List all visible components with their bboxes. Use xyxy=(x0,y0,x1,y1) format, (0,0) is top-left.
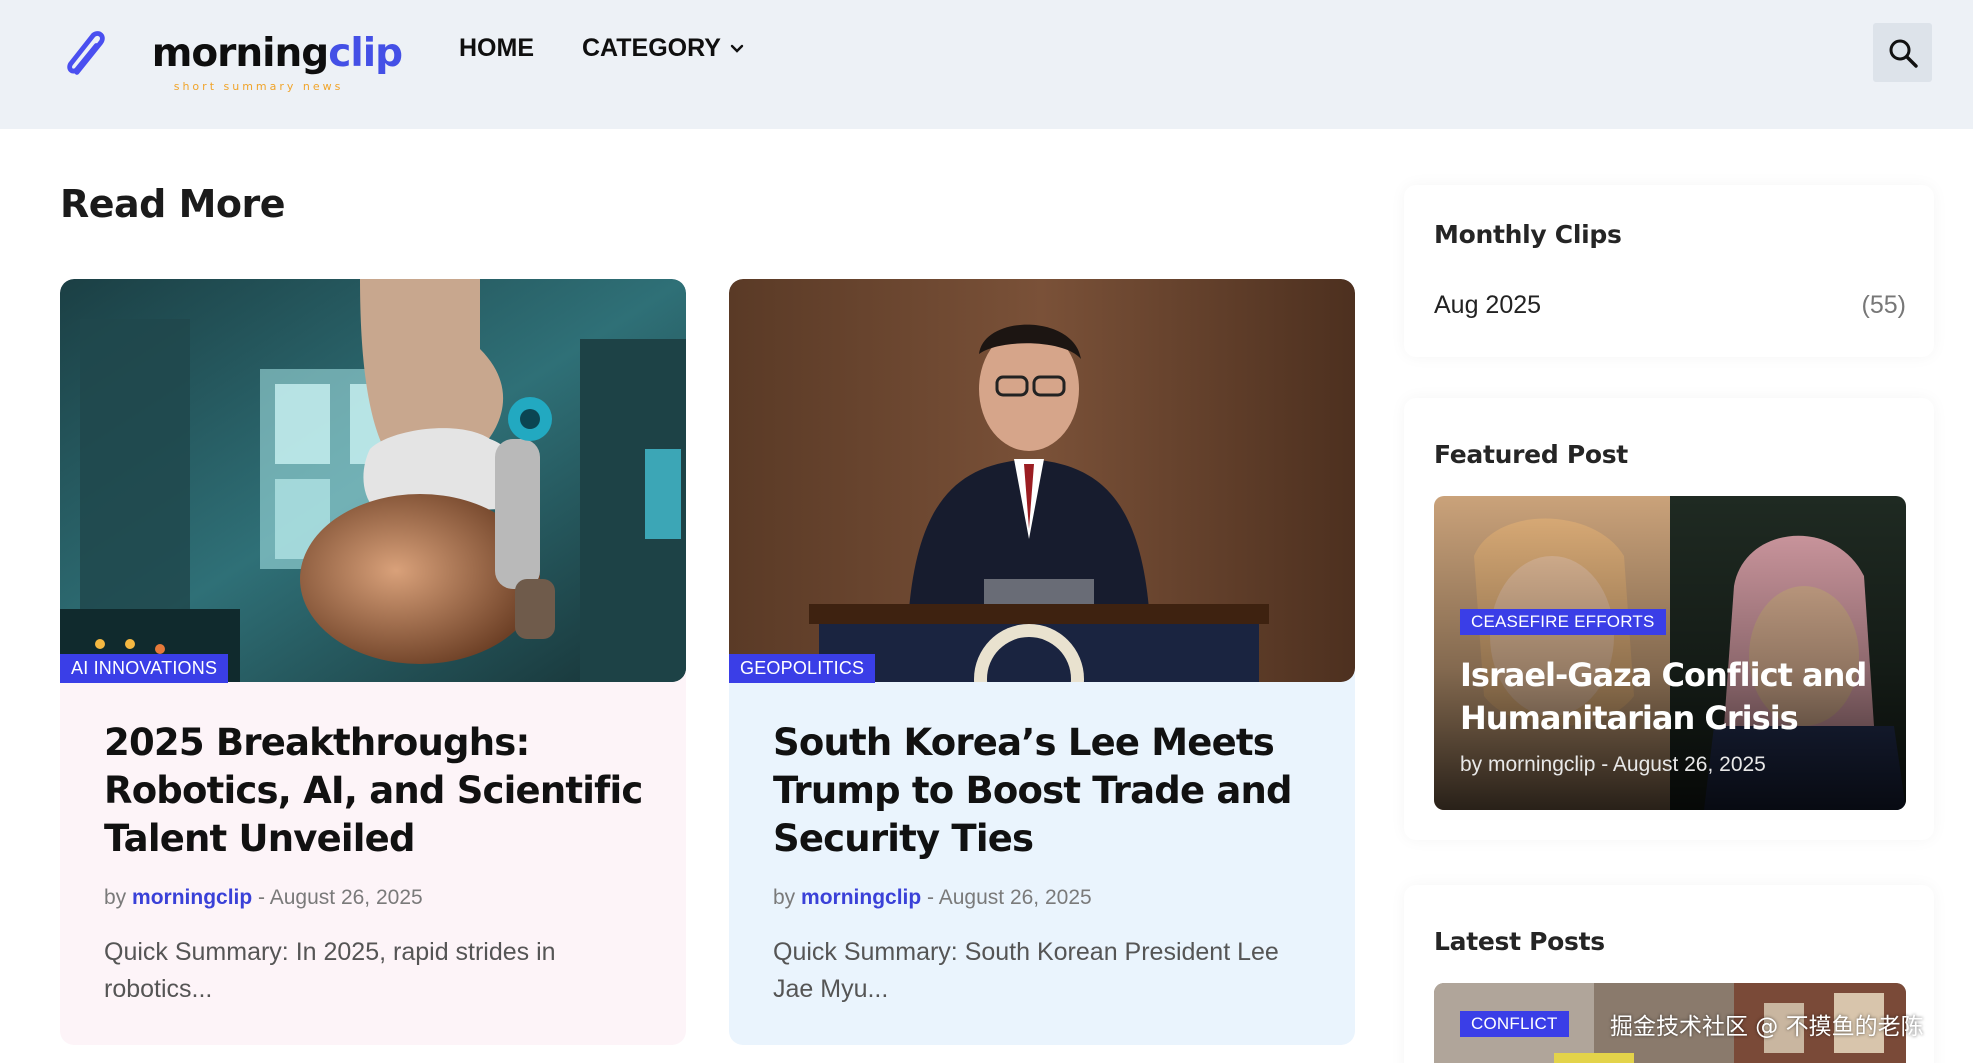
logo-tagline: short summary news xyxy=(173,79,344,93)
category-badge[interactable]: AI INNOVATIONS xyxy=(60,654,229,683)
meta-by: by xyxy=(773,886,796,909)
article-card[interactable]: GEOPOLITICS South Korea’s Lee Meets Trum… xyxy=(729,279,1355,1045)
featured-post-meta: by morningclip - August 26, 2025 xyxy=(1460,753,1766,776)
widget-title: Featured Post xyxy=(1434,440,1628,469)
article-thumbnail-robot[interactable] xyxy=(60,279,686,682)
article-title[interactable]: South Korea’s Lee Meets Trump to Boost T… xyxy=(773,719,1313,863)
nav-home[interactable]: HOME xyxy=(459,34,534,63)
author-link[interactable]: morningclip xyxy=(801,886,921,909)
meta-separator: - xyxy=(258,886,266,909)
category-badge[interactable]: CEASEFIRE EFFORTS xyxy=(1460,609,1666,635)
article-meta: by morningclip - August 26, 2025 xyxy=(104,886,423,910)
search-icon xyxy=(1889,39,1918,68)
widget-title: Monthly Clips xyxy=(1434,220,1622,249)
logo-main-text: morning xyxy=(151,30,329,76)
chevron-down-icon xyxy=(730,44,744,53)
site-header: morningclip short summary news HOME CATE… xyxy=(0,0,1973,129)
article-excerpt: Quick Summary: In 2025, rapid strides in… xyxy=(104,938,556,1003)
article-thumbnail-speaker[interactable] xyxy=(729,279,1355,682)
paperclip-icon xyxy=(67,31,105,75)
article-title[interactable]: 2025 Breakthroughs: Robotics, AI, and Sc… xyxy=(104,719,644,863)
featured-post-card[interactable]: CEASEFIRE EFFORTS Israel-Gaza Conflict a… xyxy=(1434,496,1906,810)
post-date: August 26, 2025 xyxy=(938,886,1092,909)
author-link[interactable]: morningclip xyxy=(132,886,252,909)
robot-image xyxy=(60,279,686,682)
nav-category[interactable]: CATEGORY xyxy=(582,34,745,63)
search-button[interactable] xyxy=(1873,23,1932,82)
site-logo[interactable]: morningclip short summary news xyxy=(62,18,403,93)
post-date: August 26, 2025 xyxy=(269,886,423,909)
widget-title: Latest Posts xyxy=(1434,927,1605,956)
article-card[interactable]: AI INNOVATIONS 2025 Breakthroughs: Robot… xyxy=(60,279,686,1045)
watermark-text: 掘金技术社区 @ 不摸鱼的老陈 xyxy=(1610,1014,1924,1040)
logo-accent-text: clip xyxy=(328,30,403,76)
featured-post-title[interactable]: Israel-Gaza Conflict and Humanitarian Cr… xyxy=(1460,654,1880,740)
archive-count: (55) xyxy=(1861,291,1906,319)
nav-category-label: CATEGORY xyxy=(582,34,721,62)
section-title: Read More xyxy=(60,182,286,226)
archive-label[interactable]: Aug 2025 xyxy=(1434,291,1541,320)
meta-separator: - xyxy=(927,886,935,909)
article-meta: by morningclip - August 26, 2025 xyxy=(773,886,1092,910)
archive-item-aug-2025[interactable]: Aug 2025 (55) xyxy=(1434,291,1906,320)
speaker-image xyxy=(729,279,1355,682)
logo-wordmark: morningclip short summary news xyxy=(151,30,403,93)
nav-home-label: HOME xyxy=(459,34,534,62)
category-badge[interactable]: GEOPOLITICS xyxy=(729,654,876,683)
featured-post-widget: Featured Post CEASEFIRE EFFORTS Israel-G… xyxy=(1404,398,1934,840)
category-badge[interactable]: CONFLICT xyxy=(1460,1011,1569,1037)
meta-by: by xyxy=(104,886,127,909)
article-excerpt: Quick Summary: South Korean President Le… xyxy=(773,938,1279,1003)
main-nav: HOME CATEGORY xyxy=(459,34,793,63)
monthly-clips-widget: Monthly Clips Aug 2025 (55) xyxy=(1404,185,1934,357)
